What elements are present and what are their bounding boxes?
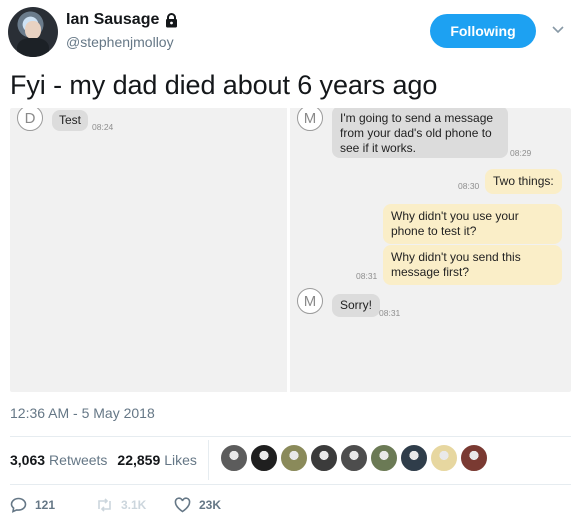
tweet-media[interactable]: D Test 08:24 M I'm going to send a messa… bbox=[10, 108, 571, 392]
liker-avatar[interactable] bbox=[220, 444, 248, 472]
likes-stat[interactable]: 22,859 Likes bbox=[117, 452, 197, 468]
heart-icon bbox=[174, 497, 191, 513]
likes-count: 22,859 bbox=[117, 452, 161, 468]
retweets-label: Retweets bbox=[49, 452, 108, 468]
tweet-header: Ian Sausage @stephenjmolloy Following bbox=[0, 0, 581, 64]
likes-label: Likes bbox=[164, 452, 197, 468]
liker-avatars bbox=[220, 444, 488, 472]
liker-avatar[interactable] bbox=[400, 444, 428, 472]
avatar-body bbox=[17, 38, 49, 57]
liker-avatar[interactable] bbox=[370, 444, 398, 472]
retweet-count: 3.1K bbox=[121, 498, 147, 512]
message-time: 08:31 bbox=[379, 308, 401, 318]
message-time: 08:29 bbox=[510, 148, 532, 158]
media-divider bbox=[287, 108, 290, 392]
contact-avatar-m-bottom: M bbox=[297, 288, 323, 314]
liker-avatar[interactable] bbox=[310, 444, 338, 472]
liker-avatar[interactable] bbox=[280, 444, 308, 472]
message-time: 08:24 bbox=[92, 122, 114, 132]
divider bbox=[10, 484, 571, 485]
contact-avatar-m-top: M bbox=[297, 108, 323, 131]
retweets-count: 3,063 bbox=[10, 452, 46, 468]
stats-separator bbox=[208, 440, 209, 480]
message-bubble-incoming: I'm going to send a message from your da… bbox=[332, 108, 508, 158]
retweets-stat[interactable]: 3,063 Retweets bbox=[10, 452, 107, 468]
liker-avatar[interactable] bbox=[460, 444, 488, 472]
like-count: 23K bbox=[199, 498, 222, 512]
name-row: Ian Sausage bbox=[66, 11, 178, 29]
user-handle[interactable]: @stephenjmolloy bbox=[66, 34, 174, 50]
contact-avatar-d: D bbox=[17, 108, 43, 131]
retweet-icon bbox=[98, 498, 111, 512]
retweet-button[interactable]: 3.1K bbox=[96, 497, 146, 513]
message-time: 08:30 bbox=[458, 181, 480, 191]
divider bbox=[10, 436, 571, 437]
following-button[interactable]: Following bbox=[430, 14, 536, 48]
display-name[interactable]: Ian Sausage bbox=[66, 11, 159, 29]
tweet-actions: 121 3.1K 23K bbox=[10, 497, 310, 519]
reply-count: 121 bbox=[35, 498, 56, 512]
reply-icon bbox=[10, 497, 27, 513]
message-bubble-test: Test bbox=[52, 110, 89, 131]
liker-avatar[interactable] bbox=[340, 444, 368, 472]
avatar[interactable] bbox=[8, 7, 58, 57]
message-bubble-incoming: Sorry! bbox=[332, 294, 381, 317]
tweet-timestamp[interactable]: 12:36 AM - 5 May 2018 bbox=[10, 405, 155, 421]
liker-avatar[interactable] bbox=[430, 444, 458, 472]
message-time: 08:31 bbox=[356, 271, 378, 281]
message-bubble-outgoing: Why didn't you use your phone to test it… bbox=[383, 204, 562, 244]
chevron-down-icon[interactable] bbox=[552, 26, 564, 34]
message-bubble-outgoing: Why didn't you send this message first? bbox=[383, 245, 562, 285]
tweet-text: Fyi - my dad died about 6 years ago bbox=[10, 70, 438, 100]
reply-button[interactable]: 121 bbox=[10, 497, 55, 513]
lock-icon bbox=[166, 12, 178, 27]
message-bubble-outgoing: Two things: bbox=[485, 169, 562, 194]
tweet-stats: 3,063 Retweets 22,859 Likes bbox=[10, 452, 197, 468]
avatar-face bbox=[25, 21, 41, 39]
like-button[interactable]: 23K bbox=[174, 497, 221, 513]
liker-avatar[interactable] bbox=[250, 444, 278, 472]
